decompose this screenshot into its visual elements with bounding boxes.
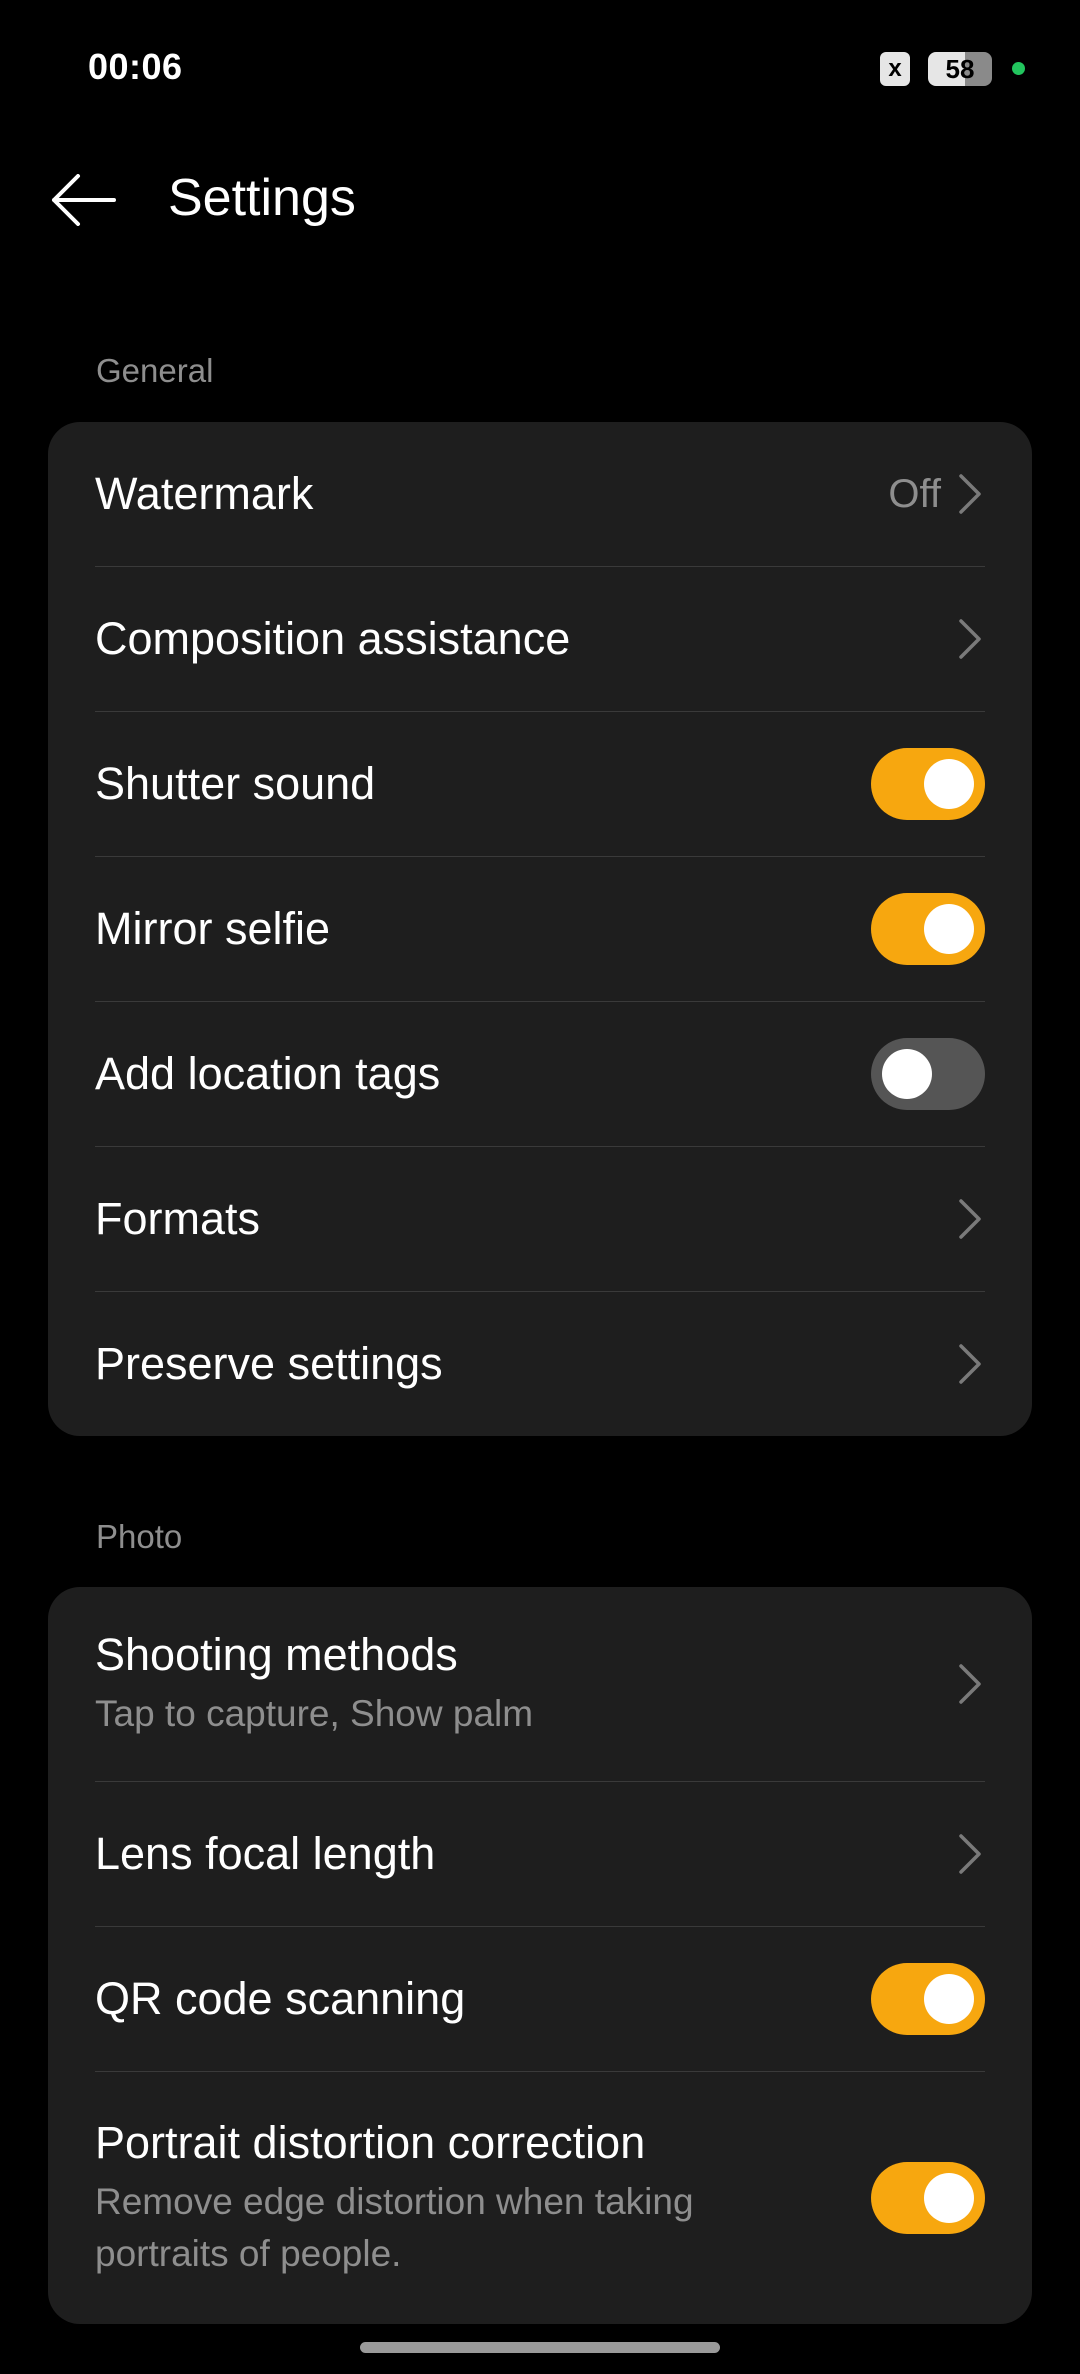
setting-value: Off (888, 471, 941, 516)
photo-settings-card: Shooting methods Tap to capture, Show pa… (48, 1587, 1032, 2324)
setting-title: QR code scanning (95, 1973, 466, 2024)
status-time: 00:06 (88, 46, 183, 87)
setting-title: Watermark (95, 468, 314, 519)
setting-row-shutter-sound: Shutter sound (95, 711, 985, 856)
setting-row-lens-focal-length[interactable]: Lens focal length (95, 1781, 985, 1926)
notification-x-icon: x (880, 52, 910, 86)
qr-code-scanning-toggle[interactable] (871, 1963, 985, 2035)
setting-row-formats[interactable]: Formats (95, 1146, 985, 1291)
setting-title: Portrait distortion correction (95, 2117, 646, 2169)
setting-row-add-location-tags: Add location tags (95, 1001, 985, 1146)
toggle-knob (924, 2173, 974, 2223)
setting-title: Shutter sound (95, 758, 376, 809)
setting-title: Add location tags (95, 1048, 441, 1099)
home-indicator[interactable] (360, 2342, 720, 2353)
chevron-right-icon (959, 474, 981, 514)
toggle-knob (924, 759, 974, 809)
section-label-photo: Photo (96, 1518, 183, 1555)
battery-icon: 58 (928, 52, 992, 86)
general-settings-card: Watermark Off Composition assistance Shu… (48, 422, 1032, 1436)
setting-title: Formats (95, 1193, 261, 1244)
back-button[interactable] (40, 160, 126, 240)
chevron-right-icon (959, 1664, 981, 1704)
portrait-distortion-toggle[interactable] (871, 2162, 985, 2234)
toggle-knob (924, 1974, 974, 2024)
shutter-sound-toggle[interactable] (871, 748, 985, 820)
arrow-left-icon (52, 174, 116, 226)
setting-title: Composition assistance (95, 613, 571, 664)
setting-title: Shooting methods (95, 1629, 458, 1681)
setting-subtitle: Tap to capture, Show palm (95, 1693, 534, 1735)
setting-subtitle: Remove edge distortion when taking portr… (95, 2181, 694, 2274)
status-bar: 00:06 x 58 (0, 0, 1080, 140)
privacy-indicator-dot (1012, 62, 1025, 75)
setting-row-preserve-settings[interactable]: Preserve settings (95, 1291, 985, 1436)
setting-row-qr-code-scanning: QR code scanning (95, 1926, 985, 2071)
chevron-right-icon (959, 619, 981, 659)
page-title: Settings (168, 169, 356, 227)
section-label-general: General (96, 352, 214, 389)
setting-row-composition-assistance[interactable]: Composition assistance (95, 566, 985, 711)
toggle-knob (882, 1049, 932, 1099)
chevron-right-icon (959, 1834, 981, 1874)
setting-row-portrait-distortion-correction: Portrait distortion correction Remove ed… (95, 2071, 985, 2324)
setting-title: Preserve settings (95, 1338, 443, 1389)
toggle-knob (924, 904, 974, 954)
location-tags-toggle[interactable] (871, 1038, 985, 1110)
chevron-right-icon (959, 1344, 981, 1384)
setting-row-mirror-selfie: Mirror selfie (95, 856, 985, 1001)
app-bar: Settings (0, 140, 1080, 260)
setting-title: Lens focal length (95, 1828, 436, 1879)
setting-title: Mirror selfie (95, 903, 331, 954)
mirror-selfie-toggle[interactable] (871, 893, 985, 965)
chevron-right-icon (959, 1199, 981, 1239)
setting-row-watermark[interactable]: Watermark Off (95, 422, 985, 566)
setting-row-shooting-methods[interactable]: Shooting methods Tap to capture, Show pa… (95, 1587, 985, 1781)
